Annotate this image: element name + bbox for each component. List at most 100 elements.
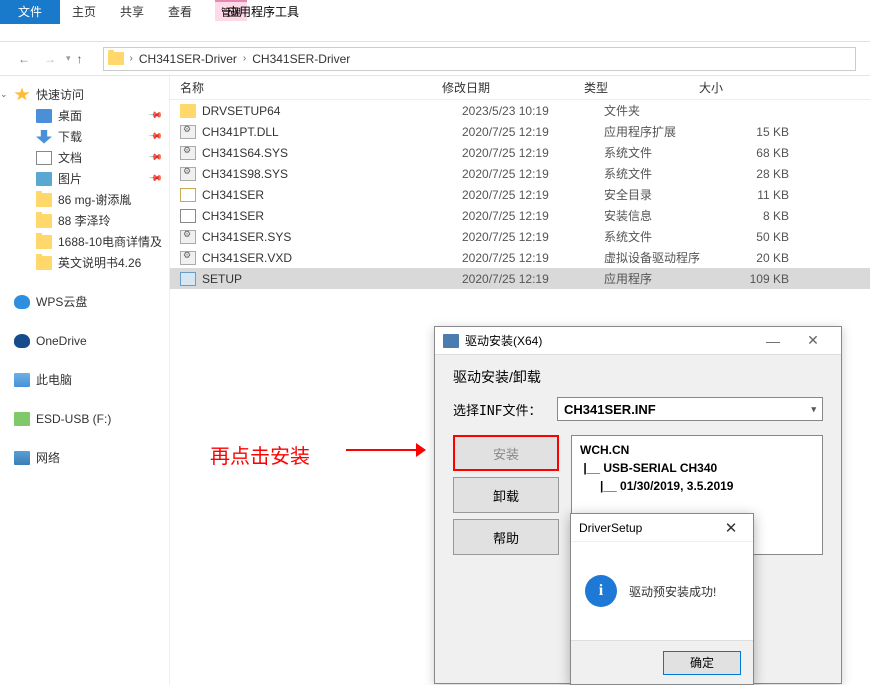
msgbox-titlebar[interactable]: DriverSetup ✕ [571,514,753,542]
column-name[interactable]: 名称 [180,79,442,96]
ribbon-tab-apptools[interactable]: 应用程序工具 [215,0,311,24]
file-size: 50 KB [719,230,789,244]
minimize-button[interactable]: — [753,329,793,353]
sidebar-folder-4[interactable]: 英文说明书4.26 [0,252,169,273]
sidebar-label: 此电脑 [36,371,72,388]
file-type: 系统文件 [604,144,719,161]
file-type: 应用程序扩展 [604,123,719,140]
file-row[interactable]: CH341SER2020/7/25 12:19安全目录11 KB [170,184,870,205]
pictures-icon [36,172,52,186]
sidebar-downloads[interactable]: 下载 📌 [0,126,169,147]
ribbon-tab-home[interactable]: 主页 [60,0,108,24]
file-date: 2020/7/25 12:19 [462,167,604,181]
star-icon [14,88,30,102]
pin-icon: 📌 [148,150,164,166]
file-icon [180,146,196,160]
chevron-icon: › [128,53,135,64]
msgbox-message: 驱动预安装成功! [629,583,716,600]
file-name: SETUP [202,272,462,286]
file-row[interactable]: CH341S64.SYS2020/7/25 12:19系统文件68 KB [170,142,870,163]
download-icon [36,130,52,144]
sidebar-pictures[interactable]: 图片 📌 [0,168,169,189]
file-date: 2020/7/25 12:19 [462,251,604,265]
file-row[interactable]: CH341S98.SYS2020/7/25 12:19系统文件28 KB [170,163,870,184]
close-button[interactable]: ✕ [793,329,833,353]
file-row[interactable]: CH341PT.DLL2020/7/25 12:19应用程序扩展15 KB [170,121,870,142]
file-row[interactable]: CH341SER.VXD2020/7/25 12:19虚拟设备驱动程序20 KB [170,247,870,268]
ribbon-tab-view[interactable]: 查看 [156,0,204,24]
sidebar-usb[interactable]: ESD-USB (F:) [0,408,169,429]
sidebar-label: 图片 [58,170,82,187]
sidebar-quick-access[interactable]: ⌄ 快速访问 [0,84,169,105]
nav-history-dropdown[interactable]: ▾ [66,53,71,64]
breadcrumb-seg-2[interactable]: CH341SER-Driver [248,52,354,66]
annotation-text: 再点击安装 [210,440,310,469]
ribbon-tab-share[interactable]: 共享 [108,0,156,24]
folder-icon [36,235,52,249]
folder-icon [36,193,52,207]
file-icon [180,272,196,286]
sidebar-onedrive[interactable]: OneDrive [0,330,169,351]
document-icon [36,151,52,165]
file-icon [180,209,196,223]
sidebar-label: 1688-10电商详情及 [58,233,162,250]
file-type: 应用程序 [604,270,719,287]
file-type: 虚拟设备驱动程序 [604,249,719,266]
uninstall-button[interactable]: 卸载 [453,477,559,513]
nav-back[interactable]: ← [14,49,34,69]
file-size: 11 KB [719,188,789,202]
help-button[interactable]: 帮助 [453,519,559,555]
ok-button[interactable]: 确定 [663,651,741,675]
column-headers: 名称 修改日期 类型 大小 [170,76,870,100]
file-date: 2020/7/25 12:19 [462,125,604,139]
folder-icon [36,214,52,228]
file-name: CH341SER.VXD [202,251,462,265]
sidebar-documents[interactable]: 文档 📌 [0,147,169,168]
nav-up[interactable]: ↑ [77,52,95,66]
file-size: 8 KB [719,209,789,223]
sidebar-label: 英文说明书4.26 [58,254,141,271]
column-size[interactable]: 大小 [699,79,779,96]
address-path[interactable]: › CH341SER-Driver › CH341SER-Driver [103,47,856,71]
sidebar-thispc[interactable]: 此电脑 [0,369,169,390]
file-type: 系统文件 [604,228,719,245]
file-row[interactable]: DRVSETUP642023/5/23 10:19文件夹 [170,100,870,121]
pin-icon: 📌 [148,108,164,124]
sidebar-label: 下载 [58,128,82,145]
file-name: CH341SER.SYS [202,230,462,244]
column-type[interactable]: 类型 [584,79,699,96]
file-row[interactable]: CH341SER.SYS2020/7/25 12:19系统文件50 KB [170,226,870,247]
sidebar-label: 网络 [36,449,60,466]
dialog-heading: 驱动安装/卸载 [453,367,823,387]
file-date: 2020/7/25 12:19 [462,272,604,286]
sidebar-folder-3[interactable]: 1688-10电商详情及 [0,231,169,252]
dialog-title: 驱动安装(X64) [465,332,542,349]
ribbon-tab-file[interactable]: 文件 [0,0,60,24]
file-row[interactable]: SETUP2020/7/25 12:19应用程序109 KB [170,268,870,289]
nav-forward[interactable]: → [40,49,60,69]
sidebar-desktop[interactable]: 桌面 📌 [0,105,169,126]
file-size: 20 KB [719,251,789,265]
dialog-titlebar[interactable]: 驱动安装(X64) — ✕ [435,327,841,355]
file-name: CH341PT.DLL [202,125,462,139]
column-date[interactable]: 修改日期 [442,79,584,96]
sidebar-label: OneDrive [36,334,87,348]
file-type: 文件夹 [604,102,719,119]
address-bar: ← → ▾ ↑ › CH341SER-Driver › CH341SER-Dri… [0,42,870,76]
network-icon [14,451,30,465]
sidebar-label: ESD-USB (F:) [36,412,111,426]
file-row[interactable]: CH341SER2020/7/25 12:19安装信息8 KB [170,205,870,226]
inf-select-dropdown[interactable]: CH341SER.INF ▾ [557,397,823,421]
sidebar-wps[interactable]: WPS云盘 [0,291,169,312]
sidebar-folder-2[interactable]: 88 李泽玲 [0,210,169,231]
folder-icon [108,52,124,65]
file-date: 2023/5/23 10:19 [462,104,604,118]
close-button[interactable]: ✕ [717,517,745,539]
breadcrumb-seg-1[interactable]: CH341SER-Driver [135,52,241,66]
install-button[interactable]: 安装 [453,435,559,471]
sidebar-network[interactable]: 网络 [0,447,169,468]
toolbar-area [0,24,870,42]
file-icon [180,104,196,118]
chevron-icon: › [241,53,248,64]
sidebar-folder-1[interactable]: 86 mg-谢添胤 [0,189,169,210]
